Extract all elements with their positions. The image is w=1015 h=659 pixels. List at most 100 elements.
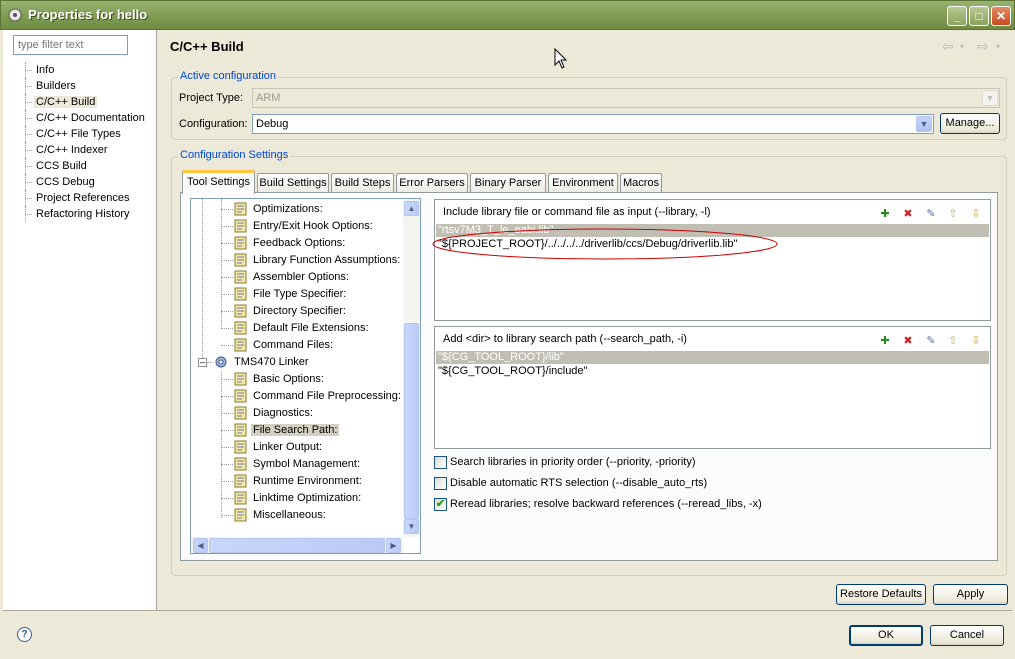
chevron-down-icon[interactable]: ▼ <box>916 116 932 132</box>
settings-page-icon <box>234 491 247 505</box>
apply-button[interactable]: Apply <box>933 584 1008 605</box>
settings-page-icon <box>234 372 247 386</box>
configuration-label: Configuration: <box>179 118 248 130</box>
move-down-icon[interactable]: ⇩ <box>968 333 984 349</box>
nav-item-project-references[interactable]: Project References <box>21 190 147 206</box>
nav-item-builders[interactable]: Builders <box>21 78 147 94</box>
disable-auto-rts-checkbox-label: Disable automatic RTS selection (--disab… <box>450 477 708 489</box>
tree-item-assembler-options[interactable]: Assembler Options: <box>233 269 351 286</box>
settings-page-icon <box>234 321 247 335</box>
minimize-button[interactable]: _ <box>947 6 967 26</box>
scroll-up-icon[interactable]: ▲ <box>404 201 419 216</box>
settings-page-icon <box>234 287 247 301</box>
priority-checkbox[interactable] <box>434 456 447 469</box>
search-path-list-panel: Add <dir> to library search path (--sear… <box>434 326 991 449</box>
tab-error-parsers[interactable]: Error Parsers <box>396 173 468 192</box>
edit-icon[interactable]: ✎ <box>923 206 939 222</box>
include-library-header: Include library file or command file as … <box>443 206 711 218</box>
left-panel: Info Builders C/C++ Build C/C++ Document… <box>3 30 157 610</box>
back-arrow-icon[interactable]: ⇦ <box>942 38 954 55</box>
tab-binary-parser[interactable]: Binary Parser <box>470 173 546 192</box>
scroll-thumb[interactable] <box>209 538 385 553</box>
settings-page-icon <box>234 338 247 352</box>
disable-auto-rts-checkbox[interactable] <box>434 477 447 490</box>
settings-page-icon <box>234 270 247 284</box>
help-icon[interactable]: ? <box>17 627 32 642</box>
move-up-icon[interactable]: ⇧ <box>945 333 961 349</box>
nav-item-cpp-file-types[interactable]: C/C++ File Types <box>21 126 147 142</box>
close-button[interactable]: ✕ <box>991 6 1011 26</box>
title-bar[interactable]: Properties for hello _ □ ✕ <box>0 0 1015 30</box>
search-path-row[interactable]: "${CG_TOOL_ROOT}/include" <box>436 365 989 378</box>
nav-item-cpp-documentation[interactable]: C/C++ Documentation <box>21 110 147 126</box>
tree-item-linker-output[interactable]: Linker Output: <box>233 439 324 456</box>
delete-icon[interactable]: ✖ <box>900 206 916 222</box>
nav-item-info[interactable]: Info <box>21 62 147 78</box>
tool-settings-tree[interactable]: Optimizations: Entry/Exit Hook Options: … <box>190 198 421 554</box>
tree-item-file-search-path[interactable]: File Search Path: <box>233 422 340 439</box>
tree-vertical-scrollbar[interactable]: ▲ ▼ <box>403 199 420 537</box>
tree-item-library-function-assumptions[interactable]: Library Function Assumptions: <box>233 252 402 269</box>
nav-item-ccs-build[interactable]: CCS Build <box>21 158 147 174</box>
tree-item-entry-exit-hook-options[interactable]: Entry/Exit Hook Options: <box>233 218 375 235</box>
restore-defaults-button[interactable]: Restore Defaults <box>836 584 926 605</box>
ok-button[interactable]: OK <box>849 625 923 646</box>
search-path-row[interactable]: "${CG_TOOL_ROOT}/lib" <box>436 351 989 364</box>
tree-item-linktime-optimization[interactable]: Linktime Optimization: <box>233 490 363 507</box>
cancel-button[interactable]: Cancel <box>930 625 1004 646</box>
tree-item-symbol-management[interactable]: Symbol Management: <box>233 456 362 473</box>
tree-item-feedback-options[interactable]: Feedback Options: <box>233 235 347 252</box>
separator <box>3 610 1012 611</box>
settings-page-icon <box>234 423 247 437</box>
reread-libs-checkbox[interactable]: ✔ <box>434 498 447 511</box>
tree-item-file-type-specifier[interactable]: File Type Specifier: <box>233 286 348 303</box>
edit-icon[interactable]: ✎ <box>923 333 939 349</box>
maximize-button[interactable]: □ <box>969 6 989 26</box>
active-configuration-title: Active configuration <box>178 70 278 82</box>
tree-item-directory-specifier[interactable]: Directory Specifier: <box>233 303 348 320</box>
tree-item-runtime-environment[interactable]: Runtime Environment: <box>233 473 364 490</box>
settings-page-icon <box>234 219 247 233</box>
tab-tool-settings[interactable]: Tool Settings <box>182 170 255 194</box>
forward-arrow-icon[interactable]: ⇨ <box>977 38 989 55</box>
scroll-thumb[interactable] <box>404 323 419 519</box>
move-down-icon[interactable]: ⇩ <box>968 206 984 222</box>
tab-macros[interactable]: Macros <box>620 173 662 192</box>
annotation-ellipse <box>432 228 778 260</box>
nav-item-ccs-debug[interactable]: CCS Debug <box>21 174 147 190</box>
forward-dropdown-icon[interactable]: ▾ <box>996 42 1000 51</box>
tree-item-optimizations[interactable]: Optimizations: <box>233 201 325 218</box>
collapse-icon[interactable]: – <box>198 358 207 367</box>
tab-environment[interactable]: Environment <box>548 173 618 192</box>
tree-horizontal-scrollbar[interactable]: ◀ ▶ <box>191 537 403 553</box>
mouse-cursor-icon <box>554 48 568 69</box>
tree-item-command-files[interactable]: Command Files: <box>233 337 335 354</box>
delete-icon[interactable]: ✖ <box>900 333 916 349</box>
tree-item-diagnostics[interactable]: Diagnostics: <box>233 405 315 422</box>
manage-button[interactable]: Manage... <box>940 113 1000 134</box>
back-dropdown-icon[interactable]: ▾ <box>960 42 964 51</box>
nav-item-cpp-indexer[interactable]: C/C++ Indexer <box>21 142 147 158</box>
settings-page-icon <box>234 440 247 454</box>
filter-input[interactable] <box>13 35 128 55</box>
scroll-left-icon[interactable]: ◀ <box>193 538 208 553</box>
tab-build-steps[interactable]: Build Steps <box>331 173 394 192</box>
tree-item-basic-options[interactable]: Basic Options: <box>233 371 326 388</box>
nav-item-cpp-build[interactable]: C/C++ Build <box>21 94 147 110</box>
settings-page-icon <box>234 253 247 267</box>
tree-item-command-file-preprocessing[interactable]: Command File Preprocessing: <box>233 388 403 405</box>
scroll-down-icon[interactable]: ▼ <box>404 519 419 534</box>
tab-build-settings[interactable]: Build Settings <box>257 173 329 192</box>
add-icon[interactable]: ✚ <box>877 333 893 349</box>
search-path-header: Add <dir> to library search path (--sear… <box>443 333 687 345</box>
tree-item-miscellaneous[interactable]: Miscellaneous: <box>233 507 328 524</box>
tree-item-default-file-extensions[interactable]: Default File Extensions: <box>233 320 371 337</box>
configuration-value: Debug <box>256 118 289 130</box>
tree-item-tms470-linker[interactable]: TMS470 Linker <box>214 354 311 371</box>
nav-item-refactoring-history[interactable]: Refactoring History <box>21 206 147 222</box>
add-icon[interactable]: ✚ <box>877 206 893 222</box>
move-up-icon[interactable]: ⇧ <box>945 206 961 222</box>
scroll-right-icon[interactable]: ▶ <box>386 538 401 553</box>
configuration-select[interactable]: Debug ▼ <box>252 114 934 134</box>
app-icon <box>8 8 22 22</box>
